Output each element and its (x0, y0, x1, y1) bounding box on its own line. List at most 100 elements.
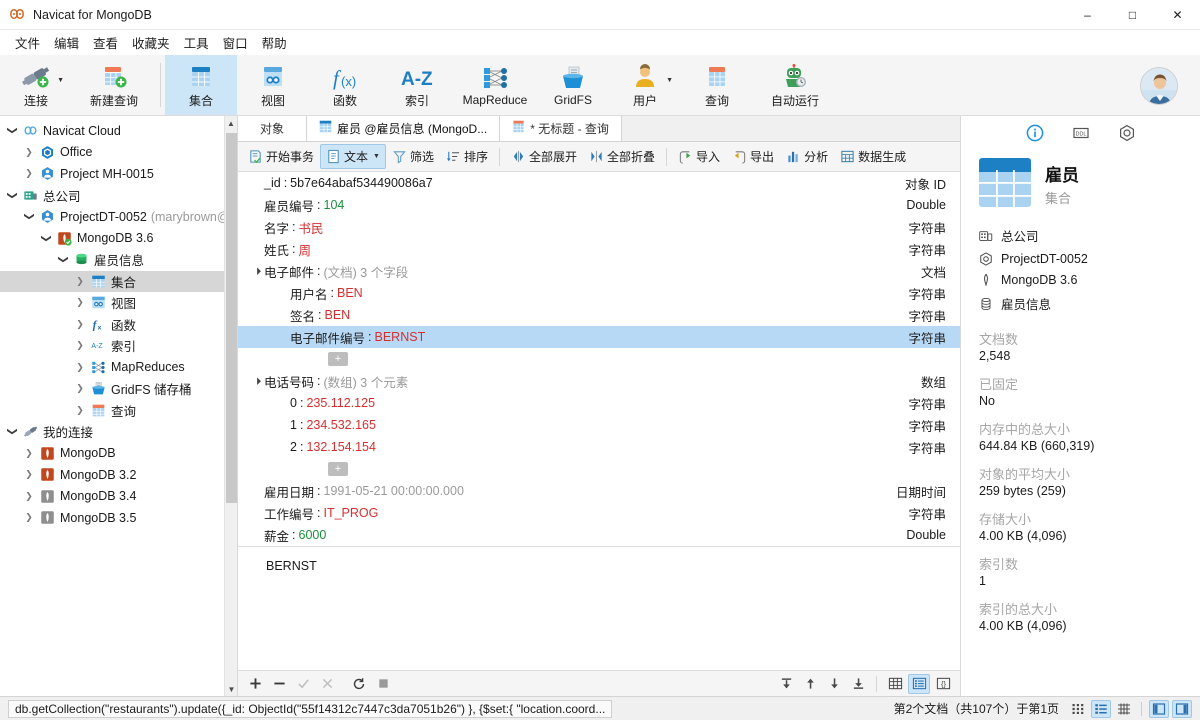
sidebar-item-office[interactable]: ❯ Office (0, 142, 237, 164)
scroll-up-icon[interactable]: ▲ (225, 116, 237, 130)
json-view-button[interactable]: {} (932, 674, 954, 694)
filter-button[interactable]: 筛选 (386, 144, 440, 169)
sidebar-item-projectdt-0052[interactable]: ❯ ProjectDT-0052 (marybrown@ (0, 206, 237, 228)
sidebar-item-雇员信息[interactable]: ❯ 雇员信息 (0, 249, 237, 271)
minimize-button[interactable]: – (1065, 0, 1110, 30)
menu-edit[interactable]: 编辑 (47, 30, 86, 55)
chevron-down-icon[interactable]: ❯ (24, 209, 35, 225)
document-field-row[interactable]: 1:234.532.165 字符串 (238, 414, 960, 436)
toolbar-gridfs[interactable]: GridFS (537, 55, 609, 115)
sidebar-item-mapreduces[interactable]: ❯ MapReduces (0, 357, 237, 379)
toolbar-new-query[interactable]: 新建查询 (72, 55, 156, 115)
chevron-down-icon[interactable]: ❯ (7, 424, 18, 440)
add-field-row[interactable]: + (238, 348, 960, 370)
field-value[interactable]: 5b7e64abaf534490086a7 (290, 176, 433, 190)
ddl-icon[interactable]: DDL (1071, 123, 1091, 143)
sidebar-item-mongodb-3.5[interactable]: ❯ MongoDB 3.5 (0, 507, 237, 529)
last-record-button[interactable] (847, 674, 869, 694)
chevron-right-icon[interactable]: ❯ (21, 168, 37, 179)
chevron-right-icon[interactable]: ❯ (72, 297, 88, 308)
chevron-right-icon[interactable]: ❯ (72, 405, 88, 416)
value-editor[interactable]: BERNST (238, 547, 960, 670)
sort-button[interactable]: 排序 (440, 144, 494, 169)
data-generation-button[interactable]: 数据生成 (834, 144, 912, 169)
toolbar-view[interactable]: 视图 (237, 55, 309, 115)
tab-collection-employee[interactable]: 雇员 @雇员信息 (MongoD... (307, 115, 501, 141)
chevron-down-icon[interactable]: ❯ (7, 123, 18, 139)
status-grid-view-button[interactable] (1068, 700, 1088, 718)
sidebar-item-总公司[interactable]: ❯ 总公司 (0, 185, 237, 207)
field-value[interactable]: 1991-05-21 00:00:00.000 (324, 484, 464, 498)
document-field-row[interactable]: ◢ 电子邮件: (文档) 3 个字段 文档 (238, 260, 960, 282)
toolbar-collection[interactable]: 集合 (165, 55, 237, 115)
scrollbar-thumb[interactable] (226, 133, 237, 503)
field-value[interactable]: 104 (324, 198, 345, 212)
text-view-button[interactable]: 文本 ▼ (320, 144, 386, 169)
tab-objects[interactable]: 对象 (238, 115, 308, 141)
sidebar-item-我的连接[interactable]: ❯ 我的连接 (0, 421, 237, 443)
document-field-row[interactable]: 用户名: BEN 字符串 (238, 282, 960, 304)
sidebar-item-mongodb-3.2[interactable]: ❯ MongoDB 3.2 (0, 464, 237, 486)
field-value[interactable]: 235.112.125 (306, 396, 375, 410)
first-record-button[interactable] (775, 674, 797, 694)
tab-untitled-query[interactable]: * 无标题 - 查询 (500, 115, 622, 141)
sidebar-item-mongodb[interactable]: ❯ MongoDB (0, 443, 237, 465)
status-form-view-button[interactable] (1091, 699, 1111, 718)
discard-change-button[interactable] (316, 674, 338, 694)
import-button[interactable]: 导入 (672, 144, 726, 169)
field-value[interactable]: 132.154.154 (306, 440, 376, 454)
chevron-down-icon-user[interactable]: ▼ (666, 77, 673, 84)
toolbar-mapreduce[interactable]: MapReduce (453, 55, 537, 115)
field-value[interactable]: 6000 (299, 528, 327, 542)
refresh-button[interactable] (348, 674, 370, 694)
remove-record-button[interactable] (268, 674, 290, 694)
chevron-right-icon[interactable]: ❯ (21, 448, 37, 459)
next-record-button[interactable] (823, 674, 845, 694)
menu-window[interactable]: 窗口 (216, 30, 255, 55)
menu-favorites[interactable]: 收藏夹 (125, 30, 177, 55)
field-value[interactable]: IT_PROG (324, 506, 379, 520)
field-value[interactable]: 书民 (299, 218, 324, 237)
document-field-row[interactable]: 电子邮件编号: BERNST 字符串 (238, 326, 960, 348)
document-field-grid[interactable]: _id:5b7e64abaf534490086a7 对象 ID 雇员编号:104 Do… (238, 172, 960, 547)
add-record-button[interactable] (244, 674, 266, 694)
document-field-row[interactable]: _id:5b7e64abaf534490086a7 对象 ID (238, 172, 960, 194)
toolbar-connection[interactable]: 连接 ▼ (0, 55, 72, 115)
collapse-all-button[interactable]: 全部折叠 (583, 144, 661, 169)
chevron-right-icon[interactable]: ❯ (72, 319, 88, 330)
sidebar-item-索引[interactable]: ❯ A-Z 索引 (0, 335, 237, 357)
apply-change-button[interactable] (292, 674, 314, 694)
document-field-row[interactable]: 工作编号: IT_PROG 字符串 (238, 502, 960, 524)
sidebar-item-navicat-cloud[interactable]: ❯ Navicat Cloud (0, 120, 237, 142)
document-field-row[interactable]: 姓氏: 周 字符串 (238, 238, 960, 260)
sidebar-item-project-mh-0015[interactable]: ❯ Project MH-0015 (0, 163, 237, 185)
chevron-down-icon[interactable]: ❯ (41, 230, 52, 246)
toolbar-index[interactable]: A-Z 索引 (381, 55, 453, 115)
info-circle-icon[interactable] (1025, 123, 1045, 143)
field-value[interactable]: 234.532.165 (306, 418, 376, 432)
chevron-right-icon[interactable]: ❯ (72, 383, 88, 394)
document-field-row[interactable]: 雇员编号:104 Double (238, 194, 960, 216)
chevron-right-icon[interactable]: ❯ (21, 469, 37, 480)
tree-view-button[interactable] (908, 673, 930, 694)
chevron-down-icon[interactable]: ❯ (58, 252, 69, 268)
chevron-right-icon[interactable]: ❯ (21, 147, 37, 158)
toolbar-automation[interactable]: 自动运行 (753, 55, 837, 115)
hex-gear-icon[interactable] (1117, 123, 1137, 143)
sidebar-item-集合[interactable]: ❯ 集合 (0, 270, 237, 292)
chevron-right-icon[interactable]: ❯ (72, 362, 88, 373)
add-field-button[interactable]: + (328, 352, 348, 366)
toggle-right-panel-button[interactable] (1172, 699, 1192, 718)
grid-view-button[interactable] (884, 674, 906, 694)
toggle-left-panel-button[interactable] (1149, 699, 1169, 718)
menu-tools[interactable]: 工具 (177, 30, 216, 55)
chevron-down-icon[interactable]: ❯ (7, 187, 18, 203)
document-field-row[interactable]: ◢ 电话号码: (数组) 3 个元素 数组 (238, 370, 960, 392)
toolbar-user[interactable]: 用户 ▼ (609, 55, 681, 115)
expander-open-icon[interactable]: ◢ (249, 373, 265, 389)
export-button[interactable]: 导出 (726, 144, 780, 169)
chevron-down-icon[interactable]: ▼ (57, 77, 64, 84)
chevron-right-icon[interactable]: ❯ (72, 340, 88, 351)
field-value[interactable]: 周 (299, 240, 312, 259)
sidebar-item-视图[interactable]: ❯ 视图 (0, 292, 237, 314)
